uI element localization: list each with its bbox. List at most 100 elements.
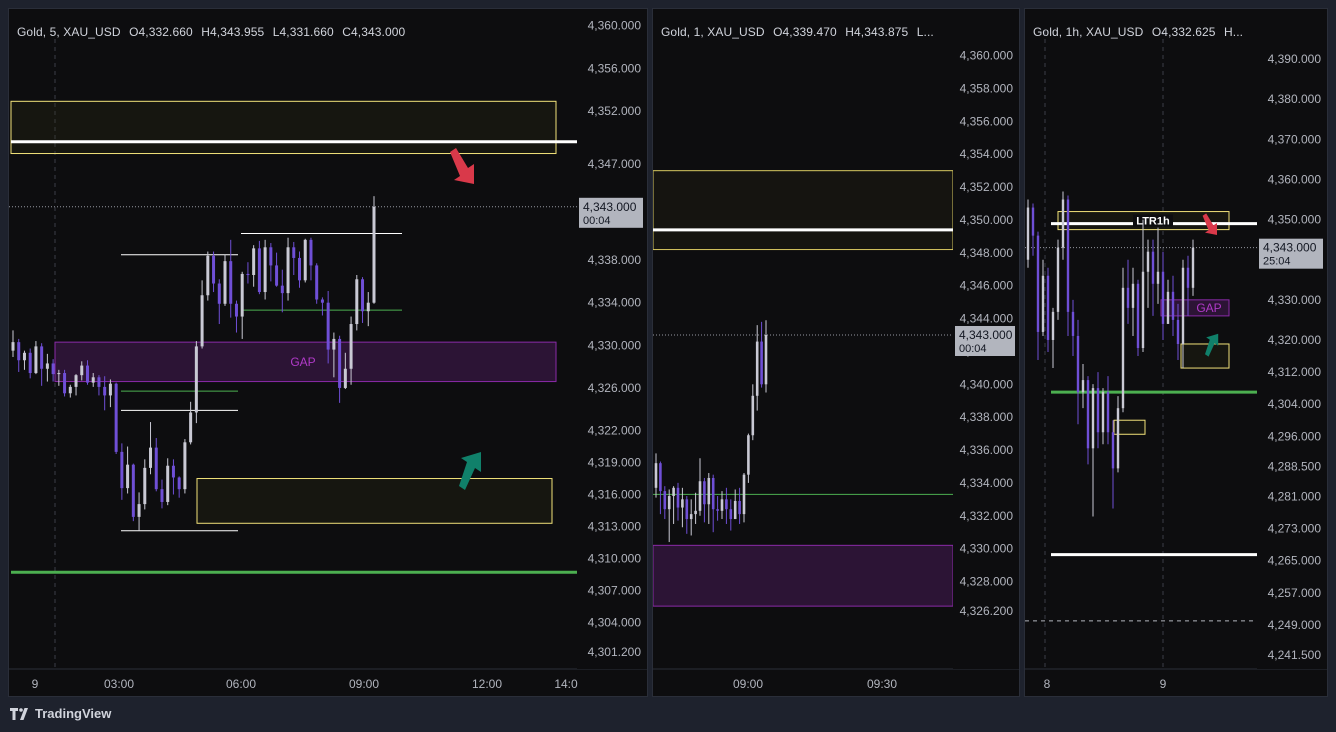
candle-body: [747, 435, 750, 475]
candle-body: [725, 499, 728, 510]
candle-body: [1091, 388, 1095, 449]
time-tick-label: 9: [32, 677, 39, 691]
candle-body: [257, 248, 261, 293]
candle-body: [160, 489, 164, 502]
candle-body: [742, 474, 746, 515]
candle-body: [1036, 235, 1040, 332]
price-tick-label: 4,352.000: [960, 180, 1014, 194]
legend-symbol: Gold, 1, XAU_USD: [661, 25, 765, 39]
price-tick-label: 4,338.000: [960, 410, 1014, 424]
candle-body: [303, 239, 307, 281]
candle-body: [1126, 287, 1130, 308]
candle-body: [189, 412, 193, 443]
chart-panel-1h[interactable]: GAP LTR1h 4,390.000 4,380.000 4,370.000 4,360…: [1024, 8, 1328, 697]
symbol-legend-1h: Gold, 1h, XAU_USD O4,332.625 H...: [1033, 25, 1248, 39]
candle-body: [681, 499, 684, 508]
price-tick-label: 4,350.000: [1268, 213, 1322, 227]
symbol-legend-1m: Gold, 1, XAU_USD O4,339.470 H4,343.875 L…: [661, 25, 939, 39]
price-tick-label: 4,336.000: [960, 443, 1014, 457]
legend-high: H4,343.955: [201, 25, 265, 39]
candle-body: [698, 481, 702, 511]
chart-canvas-5m[interactable]: GAP 4,360.000 4,356.000 4,352.000 4,347.000 4…: [9, 9, 648, 697]
tradingview-brand[interactable]: TradingView: [10, 706, 111, 721]
candle-body: [17, 342, 21, 361]
price-tick-label: 4,347.000: [588, 157, 642, 171]
candle-body: [733, 500, 737, 520]
candle-body: [246, 273, 250, 275]
price-tick-label: 4,352.000: [588, 104, 642, 118]
candle-body: [1101, 392, 1105, 433]
candle-body: [1096, 388, 1100, 433]
candle-body: [760, 341, 763, 385]
candle-body: [667, 496, 671, 510]
candle-body: [355, 279, 359, 325]
candle-body: [372, 206, 376, 303]
candle-body: [1056, 247, 1060, 312]
price-tick-label: 4,281.000: [1268, 489, 1322, 503]
candle-body: [223, 261, 227, 304]
time-tick-label: 14:0: [554, 677, 578, 691]
candle-body: [1151, 251, 1155, 284]
level-label: LTR1h: [1136, 216, 1170, 228]
candle-body: [343, 368, 347, 388]
price-tick-label: 4,330.000: [588, 338, 642, 352]
price-tick-label: 4,313.000: [588, 519, 642, 533]
candle-body: [269, 247, 273, 266]
chart-canvas-1h[interactable]: GAP LTR1h 4,390.000 4,380.000 4,370.000 4,360…: [1025, 9, 1328, 697]
zone-box-purple: [653, 544, 954, 607]
gap-label: GAP: [1196, 301, 1221, 315]
legend-open: O4,332.660: [129, 25, 193, 39]
candle-body: [1076, 335, 1080, 393]
candle-body: [1081, 380, 1085, 393]
price-tick-label: 4,310.000: [588, 551, 642, 565]
candle-body: [663, 491, 667, 510]
candle-body: [755, 341, 759, 396]
price-tick-label: 4,334.000: [588, 296, 642, 310]
candle-body: [659, 463, 662, 492]
candle-body: [361, 279, 365, 312]
candle-body: [1086, 380, 1090, 449]
candle-body: [751, 395, 755, 436]
candle-body: [11, 342, 15, 351]
price-tick-label: 4,273.000: [1268, 522, 1322, 536]
candle-body: [703, 481, 706, 505]
candle-body: [1141, 271, 1145, 348]
time-tick-label: 12:00: [472, 677, 502, 691]
candle-body: [366, 302, 370, 312]
time-tick-label: 09:00: [349, 677, 379, 691]
candle-body: [194, 346, 198, 413]
candle-body: [85, 365, 89, 383]
zone-box-yellow: [10, 100, 557, 155]
chart-panel-5m[interactable]: GAP 4,360.000 4,356.000 4,352.000 4,347.000 4…: [8, 8, 648, 697]
chart-canvas-1m[interactable]: 4,360.000 4,358.000 4,356.000 4,354.000 4,35…: [653, 9, 1020, 697]
time-tick-label: 06:00: [226, 677, 256, 691]
price-tick-label: 4,307.000: [588, 583, 642, 597]
price-tick-label: 4,316.000: [588, 488, 642, 502]
legend-close: C4,343.000: [342, 25, 406, 39]
candle-body: [309, 239, 313, 266]
candle-body: [28, 352, 32, 374]
candle-body: [1136, 283, 1140, 348]
candle-body: [738, 500, 741, 515]
price-tick-label: 4,304.000: [588, 615, 642, 629]
chart-panel-1m[interactable]: 4,360.000 4,358.000 4,356.000 4,354.000 4,35…: [652, 8, 1020, 697]
price-tick-label: 4,257.000: [1268, 586, 1322, 600]
price-tick-label: 4,390.000: [1268, 52, 1322, 66]
symbol-legend-5m: Gold, 5, XAU_USD O4,332.660 H4,343.955 L…: [17, 25, 410, 39]
candle-body: [34, 346, 38, 374]
candle-body: [676, 487, 680, 508]
price-tick-label: 4,265.000: [1268, 554, 1322, 568]
candle-body: [1026, 207, 1030, 260]
price-tick-label: 4,304.000: [1268, 397, 1322, 411]
candle-body: [45, 363, 49, 369]
legend-low: L4,331.660: [272, 25, 334, 39]
price-tick-label: 4,348.000: [960, 246, 1014, 260]
candle-body: [349, 324, 353, 369]
candle-body: [707, 477, 711, 505]
price-tick-label: 4,380.000: [1268, 92, 1322, 106]
time-tick-label: 09:00: [733, 677, 763, 691]
candle-body: [252, 248, 256, 275]
current-price-value: 4,343.000: [959, 328, 1013, 342]
candle-body: [1031, 207, 1035, 236]
price-tick-label: 4,241.500: [1268, 648, 1322, 662]
